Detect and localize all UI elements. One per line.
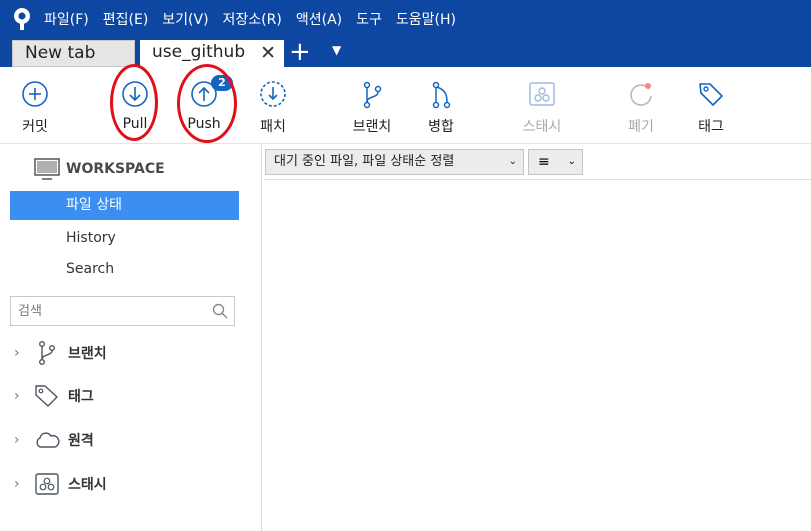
stash-label: 스태시 [522,119,562,135]
discard-button[interactable]: 폐기 [606,80,676,136]
sidebar-item-search[interactable]: Search [10,255,239,284]
workspace-header: WORKSPACE [34,158,165,180]
plus-icon[interactable]: + [289,38,311,66]
discard-label: 폐기 [628,119,654,135]
close-icon[interactable]: ✕ [260,42,276,64]
sidebar-search [10,296,235,326]
search-input[interactable] [11,297,201,325]
patch-button[interactable]: 패치 [238,80,308,136]
branch-button[interactable]: 브랜치 [337,80,407,136]
view-mode-select[interactable]: ≡ ⌄ [528,149,583,175]
menu-tools[interactable]: 도구 [356,9,382,29]
sidebar-item-file-status[interactable]: 파일 상태 [10,191,239,220]
tag-icon [35,385,58,407]
menu-file[interactable]: 파일(F) [44,9,89,29]
file-filter-bar: 대기 중인 파일, 파일 상태순 정렬 ⌄ ≡ ⌄ [264,145,811,180]
sidebar-group-remotes[interactable]: › 원격 [14,427,94,453]
dashed-arrow-down-circle-icon [260,81,286,107]
branch-label: 브랜치 [352,119,392,135]
chevron-right-icon[interactable]: › [14,345,28,361]
sidebar-group-tags[interactable]: › 태그 [14,383,94,409]
merge-label: 병합 [428,119,454,135]
push-count-badge: 2 [211,75,233,91]
plus-circle-icon [22,81,48,107]
merge-button[interactable]: 병합 [406,80,476,136]
menu-actions[interactable]: 액션(A) [296,9,342,29]
file-status-filter-select[interactable]: 대기 중인 파일, 파일 상태순 정렬 ⌄ [265,149,524,175]
sidebar-group-branches[interactable]: › 브랜치 [14,340,107,366]
menu-repository[interactable]: 저장소(R) [223,9,282,29]
tab-label: New tab [25,43,96,63]
stash-button[interactable]: 스태시 [507,80,577,136]
push-button[interactable]: 2 Push [169,75,239,132]
chevron-down-icon: ⌄ [508,156,517,167]
stash-icon [529,82,555,106]
tab-new-tab[interactable]: New tab [12,40,135,67]
cloud-icon [36,432,60,448]
pull-button[interactable]: Pull [100,80,170,132]
tag-label: 태그 [698,119,724,135]
tag-button[interactable]: 태그 [676,80,746,136]
menu-view[interactable]: 보기(V) [162,9,208,29]
sidebar-group-label: 스태시 [68,477,107,493]
branch-icon [363,81,382,109]
filter-label: 대기 중인 파일, 파일 상태순 정렬 [274,154,455,169]
tab-bar: New tab use_github ✕ + ▼ [0,37,811,67]
tag-icon [699,83,723,106]
chevron-down-icon[interactable]: ▼ [332,43,341,57]
chevron-right-icon[interactable]: › [14,388,28,404]
chevron-right-icon[interactable]: › [14,432,28,448]
menu-edit[interactable]: 편집(E) [103,9,149,29]
list-view-icon: ≡ [538,154,550,170]
stash-icon [35,473,59,495]
sidebar-group-label: 태그 [68,389,94,405]
search-icon [212,303,228,319]
file-list-area[interactable] [264,181,811,531]
merge-icon [432,81,451,109]
patch-label: 패치 [260,119,286,135]
monitor-icon [34,158,60,180]
sidebar-group-stashes[interactable]: › 스태시 [14,471,107,497]
refresh-icon [630,83,652,106]
tab-use-github[interactable]: use_github ✕ [140,40,284,67]
chevron-right-icon[interactable]: › [14,476,28,492]
push-label: Push [187,116,221,132]
tab-label: use_github [152,42,246,62]
sidebar-group-label: 브랜치 [68,346,107,362]
commit-label: 커밋 [22,119,48,135]
sidebar-group-label: 원격 [68,433,94,449]
branch-icon [39,341,55,366]
pull-label: Pull [122,116,148,132]
workspace-label: WORKSPACE [66,161,165,177]
commit-button[interactable]: 커밋 [0,80,70,136]
sidebar: WORKSPACE 파일 상태 History Search › 브랜치 › 태… [0,145,262,531]
menu-help[interactable]: 도움말(H) [396,9,456,29]
toolbar: 커밋 Pull 2 Push 패치 브랜치 병합 스태시 폐기 태그 [0,64,811,144]
sourcetree-logo-icon[interactable] [0,0,44,37]
menu-bar: 파일(F) 편집(E) 보기(V) 저장소(R) 액션(A) 도구 도움말(H) [0,0,811,37]
sidebar-item-history[interactable]: History [10,224,239,253]
arrow-down-circle-icon [122,81,148,107]
chevron-down-icon: ⌄ [567,156,576,167]
